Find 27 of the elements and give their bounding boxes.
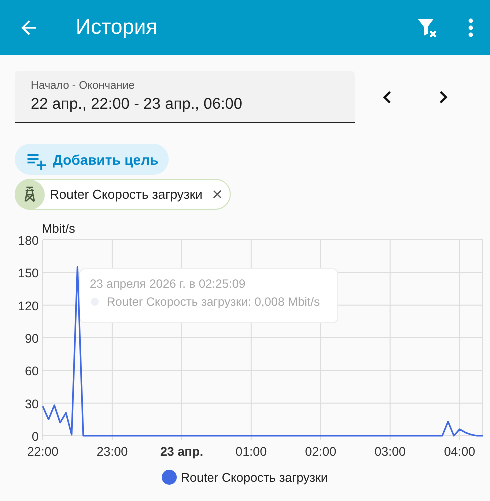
legend-label: Router Скорость загрузки bbox=[181, 470, 328, 484]
more-menu-icon[interactable] bbox=[468, 18, 474, 38]
field-value: 22 апр., 22:00 - 23 апр., 06:00 bbox=[31, 96, 244, 114]
y-tick-label: 150 bbox=[18, 266, 39, 281]
next-icon[interactable] bbox=[439, 90, 448, 104]
y-tick-label: 30 bbox=[25, 397, 39, 412]
y-tick-label: 60 bbox=[25, 364, 39, 379]
date-range-field[interactable]: Начало - Окончание 22 апр., 22:00 - 23 апр., 06:00 bbox=[15, 71, 355, 123]
legend-item[interactable]: Router Скорость загрузки bbox=[162, 470, 328, 485]
field-label: Начало - Окончание bbox=[31, 80, 136, 92]
axis-title: Mbit/s bbox=[42, 222, 76, 236]
remove-icon[interactable] bbox=[212, 190, 222, 199]
y-tick-label: 120 bbox=[18, 299, 39, 314]
y-tick-label: 0 bbox=[32, 430, 39, 444]
x-tick-label: 01:00 bbox=[236, 445, 268, 459]
x-tick-label: 22:00 bbox=[27, 445, 59, 459]
y-tick-label: 180 bbox=[18, 234, 39, 248]
x-tick-label: 23 апр. bbox=[160, 445, 204, 459]
x-tick-label: 04:00 bbox=[444, 445, 476, 459]
x-tick-label: 02:00 bbox=[305, 445, 337, 459]
chip-label: Router Скорость загрузки bbox=[50, 187, 203, 202]
tooltip: 23 апреля 2026 г. в 02:25:09 Router Скорость загрузки: 0,008 Mbit/s bbox=[80, 268, 338, 324]
y-tick-label: 90 bbox=[25, 332, 39, 346]
x-tick-label: 03:00 bbox=[374, 445, 406, 459]
previous-icon[interactable] bbox=[383, 90, 392, 104]
x-tick-label: 23:00 bbox=[96, 445, 128, 459]
page-title: История bbox=[76, 16, 158, 40]
